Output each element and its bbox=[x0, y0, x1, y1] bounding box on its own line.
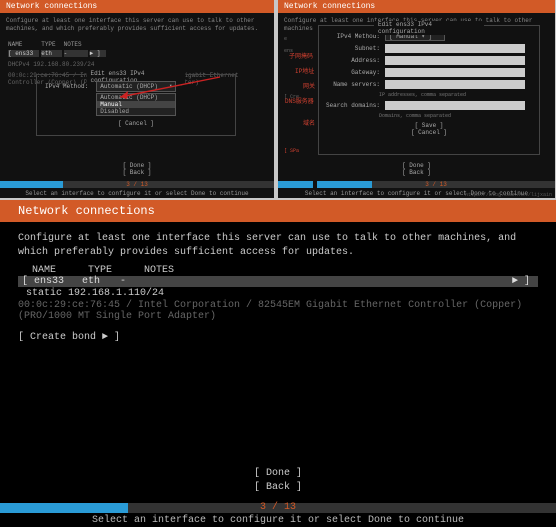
description-text: Configure at least one interface this se… bbox=[0, 13, 274, 37]
side-label: [ SPa bbox=[284, 148, 299, 154]
title-bar: Network connections bbox=[0, 0, 274, 13]
subnet-label-cn: 子网掩码 bbox=[289, 51, 313, 60]
cancel-button[interactable]: [ Cancel ] bbox=[319, 129, 539, 136]
col-notes: NOTES bbox=[64, 41, 88, 48]
col-type: TYPE bbox=[88, 265, 138, 276]
progress-text: 3 / 13 bbox=[317, 181, 555, 188]
subnet-label: Subnet: bbox=[325, 45, 380, 52]
done-button[interactable]: [ Done ] bbox=[0, 467, 556, 481]
ip-line: DHCPv4 192.168.80.239/24 bbox=[8, 61, 268, 68]
back-button[interactable]: [ Back ] bbox=[278, 169, 555, 176]
interface-table: NAME TYPE NOTES [ ens33 eth - ► ] bbox=[6, 39, 108, 59]
footer-buttons: [ Done ] [ Back ] bbox=[0, 162, 274, 176]
col-type: TYPE bbox=[41, 41, 61, 48]
progress-bar: 3 / 13 bbox=[0, 181, 274, 188]
gateway-label-cn: 网关 bbox=[303, 81, 315, 90]
panel-bottom: Network connections Configure at least o… bbox=[0, 200, 556, 527]
side-label: e bbox=[284, 36, 299, 42]
nameservers-label-cn: DNS服务器 bbox=[285, 96, 314, 105]
gateway-input[interactable] bbox=[385, 68, 525, 77]
cancel-button[interactable]: [ Cancel ] bbox=[37, 120, 235, 127]
col-name: NAME bbox=[8, 41, 39, 48]
watermark: https://blog.csdn.net/lijxain bbox=[465, 192, 552, 198]
footer-msg: Select an interface to configure it or s… bbox=[0, 515, 556, 526]
progress-bar: 3 / 13 bbox=[0, 503, 556, 513]
subnet-input[interactable] bbox=[385, 44, 525, 53]
address-input[interactable] bbox=[385, 56, 525, 65]
progress-text: 3 / 13 bbox=[0, 181, 274, 188]
address-label: Address: bbox=[325, 57, 380, 64]
table-header: NAME TYPE NOTES bbox=[0, 265, 556, 276]
search-domains-input[interactable] bbox=[385, 101, 525, 110]
ip-line: static 192.168.1.110/24 bbox=[18, 288, 538, 299]
nameservers-label: Name servers: bbox=[325, 81, 380, 88]
footer-buttons: [ Done ] [ Back ] bbox=[278, 162, 555, 176]
search-domains-placeholder: Domains, comma separated bbox=[379, 113, 539, 119]
title-bar: Network connections bbox=[278, 0, 555, 13]
done-button[interactable]: [ Done ] bbox=[0, 162, 274, 169]
back-button[interactable]: [ Back ] bbox=[0, 169, 274, 176]
mac-line: 00:0c:29:ce:76:45 / Intel Corporation / … bbox=[18, 300, 538, 322]
description-text: Configure at least one interface this se… bbox=[0, 222, 556, 265]
nameservers-input[interactable] bbox=[385, 80, 525, 89]
search-domains-label: Search domains: bbox=[325, 102, 380, 109]
title-bar: Network connections bbox=[0, 200, 556, 222]
progress-text: 3 / 13 bbox=[0, 502, 556, 513]
panel-top-left: Network connections Configure at least o… bbox=[0, 0, 274, 198]
annotation-arrow bbox=[120, 75, 230, 115]
interface-row[interactable]: [ ens33 eth - ► ] bbox=[18, 276, 538, 287]
footer-msg: Select an interface to configure it or s… bbox=[0, 190, 274, 197]
gateway-label: Gateway: bbox=[325, 69, 380, 76]
progress-bar: 3 / 13 bbox=[317, 181, 555, 188]
ipv4-config-dialog: Edit ens33 IPv4 configuration IPv4 Metho… bbox=[318, 25, 540, 155]
search-domains-label-cn: 域名 bbox=[303, 118, 315, 127]
chevron-right-icon: ► bbox=[90, 50, 94, 57]
back-button[interactable]: [ Back ] bbox=[0, 481, 556, 495]
footer-buttons: [ Done ] [ Back ] bbox=[0, 467, 556, 495]
dialog-title: Edit ens33 IPv4 configuration bbox=[374, 21, 484, 35]
chevron-right-icon: ► ] bbox=[512, 276, 530, 287]
ipv4-method-label: IPv4 Method: bbox=[45, 83, 88, 90]
ipv4-method-label: IPv4 Method: bbox=[325, 33, 380, 40]
panel-top-right: Network connections Configure at least o… bbox=[278, 0, 555, 198]
done-button[interactable]: [ Done ] bbox=[278, 162, 555, 169]
col-name: NAME bbox=[32, 265, 82, 276]
col-notes: NOTES bbox=[144, 265, 194, 276]
create-bond-button[interactable]: [ Create bond ► ] bbox=[18, 332, 538, 343]
save-button[interactable]: [ Save ] bbox=[319, 122, 539, 129]
nameservers-placeholder: IP addresses, comma separated bbox=[379, 92, 539, 98]
address-label-cn: IP地址 bbox=[295, 66, 314, 75]
interface-row[interactable]: [ ens33 eth - ► ] bbox=[8, 50, 106, 57]
